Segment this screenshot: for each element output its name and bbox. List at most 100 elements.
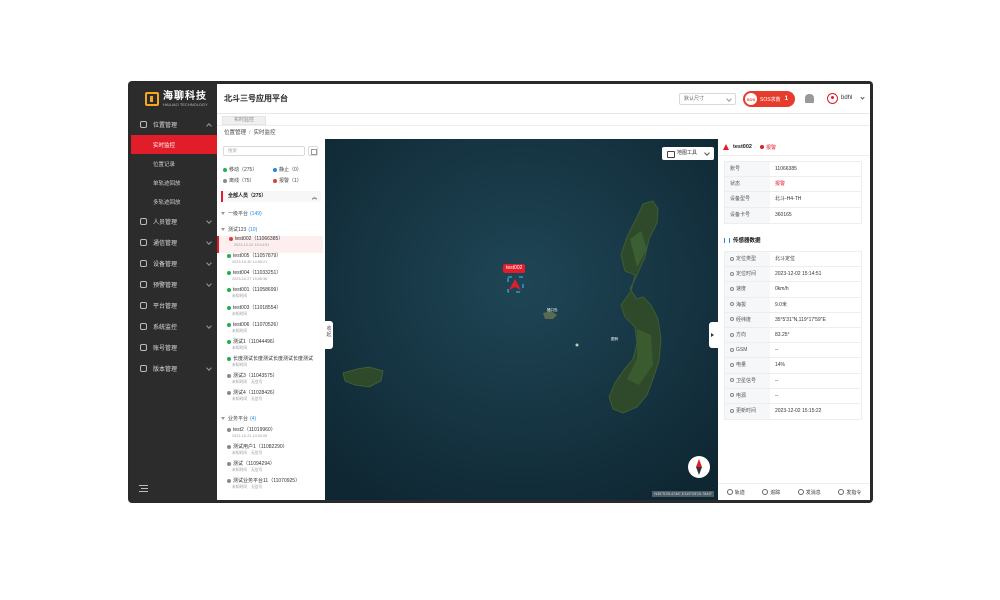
all-personnel-row[interactable]: 全部人员（275） ︽: [221, 191, 321, 202]
sos-button[interactable]: SOS SOS求救 1: [743, 91, 795, 107]
collapse-panel-toggle[interactable]: 收起: [325, 321, 333, 349]
status-dot-icon: [227, 461, 231, 466]
menu-personnel[interactable]: 人员管理: [131, 211, 217, 232]
send-command-button[interactable]: 发指令: [838, 489, 861, 496]
device-item[interactable]: test004（11033251） 2023-10-27 15:55:36: [227, 270, 323, 287]
sensor-table: 定位类型 北斗定位 定位时间 2023-12-02 15:14:51 速度 0km/h…: [724, 251, 862, 421]
track-button[interactable]: 轨迹: [726, 489, 745, 496]
table-row: 速度 0km/h: [725, 282, 861, 298]
detail-device-name: test002: [733, 144, 752, 150]
menu-system-monitor[interactable]: 系统监控: [131, 316, 217, 337]
expand-detail-toggle[interactable]: [709, 322, 718, 348]
gsm-icon: [730, 347, 734, 352]
chevron-down-icon: [206, 365, 212, 371]
table-row: 定位时间 2023-12-02 15:14:51: [725, 267, 861, 283]
status-dot-icon: [227, 270, 231, 275]
alarm-dot-icon: [273, 178, 277, 183]
collapse-up-icon[interactable]: ︽: [312, 193, 317, 204]
chevron-down-icon: [206, 323, 212, 329]
menu-platform[interactable]: 平台管理: [131, 295, 217, 316]
status-dot-icon: [229, 236, 233, 241]
menu-account[interactable]: 账号管理: [131, 337, 217, 358]
device-item[interactable]: test003（11018554） 未知时间: [227, 305, 323, 322]
status-badge: 报警: [759, 144, 776, 151]
legend-static[interactable]: 静止（0）: [273, 166, 302, 173]
map-view[interactable]: 地图工具 收起 test002 猪口岛 图例 N35°5'25.4746",E1…: [325, 139, 718, 500]
status-dot-icon: [227, 356, 231, 361]
message-icon: [797, 489, 804, 495]
chevron-down-icon[interactable]: [860, 95, 865, 100]
track-icon: [726, 489, 733, 495]
static-dot-icon: [273, 167, 277, 172]
device-item[interactable]: test005（11057879） 2023-10-30 14:55:21: [227, 253, 323, 270]
table-row: 海拔 9.0米: [725, 297, 861, 313]
chevron-up-icon: [206, 123, 212, 129]
version-icon: [140, 365, 147, 372]
group-business[interactable]: 业务平台 (4): [221, 415, 256, 422]
menu-device[interactable]: 设备管理: [131, 253, 217, 274]
battery-icon: [730, 362, 734, 367]
send-message-button[interactable]: 发消息: [797, 489, 821, 496]
platform-icon: [140, 302, 147, 309]
breadcrumb: 位置管理 / 实时监控: [217, 125, 870, 139]
device-item[interactable]: 测试3（11043575） 未知时间 无信号: [227, 373, 323, 390]
table-row: 方向 83.25°: [725, 327, 861, 344]
device-item[interactable]: test006（11070526） 未知时间: [227, 322, 323, 339]
device-item[interactable]: test001（11058699） 未知时间: [227, 287, 323, 304]
submenu-multi-track-replay[interactable]: 多轨迹回放: [131, 192, 217, 211]
alert-icon: [140, 281, 147, 288]
legend-alarm[interactable]: 报警（1）: [273, 177, 302, 184]
chevron-down-icon: [206, 218, 212, 224]
submenu-location-record[interactable]: 位置记录: [131, 154, 217, 173]
compass-icon[interactable]: [688, 456, 710, 478]
submenu-single-track-replay[interactable]: 单轨迹回放: [131, 173, 217, 192]
caret-icon: [221, 212, 225, 216]
menu-version[interactable]: 版本管理: [131, 358, 217, 379]
size-select[interactable]: 默认尺寸: [679, 93, 736, 105]
power-icon: [730, 393, 734, 398]
map-tools-dropdown[interactable]: 地图工具: [662, 147, 714, 160]
device-arrow-icon: [723, 144, 729, 150]
collapse-menu-icon[interactable]: [139, 485, 148, 492]
breadcrumb-item[interactable]: 位置管理: [224, 130, 246, 136]
device-item[interactable]: test2（11019960） 2021-10-21 14:02:05: [227, 427, 323, 444]
detail-header: test002 报警: [718, 139, 870, 156]
logo-text: 海聊科技: [163, 91, 207, 102]
avatar[interactable]: [827, 93, 838, 104]
marker-label[interactable]: test002: [503, 264, 526, 273]
tab-realtime-monitor[interactable]: 实时监控: [222, 116, 266, 125]
menu-alert[interactable]: 预警管理: [131, 274, 217, 295]
table-row: 电量 14%: [725, 358, 861, 374]
account-icon: [140, 344, 147, 351]
device-item[interactable]: 测试1（11044496） 未知时间: [227, 339, 323, 356]
group-test123[interactable]: 测试123 (10): [221, 226, 257, 233]
legend-moving[interactable]: 移动（275）: [223, 166, 257, 173]
submenu-realtime-monitor[interactable]: 实时监控: [131, 135, 217, 154]
command-icon: [838, 489, 845, 495]
menu-location[interactable]: 位置管理: [131, 114, 217, 135]
update-time-icon: [730, 408, 734, 413]
table-row: 电源 --: [725, 388, 861, 404]
device-item[interactable]: 测试（11094294） 未知时间 无信号: [227, 461, 323, 478]
device-item[interactable]: 测试4（11028426） 未知时间 无信号: [227, 390, 323, 407]
menu-communication[interactable]: 通信管理: [131, 232, 217, 253]
bell-icon[interactable]: [805, 94, 814, 103]
moving-dot-icon: [223, 167, 227, 172]
device-item[interactable]: test002（11066385） 2023-12-02 15:14:51: [217, 236, 323, 253]
legend-offline[interactable]: 离线（75）: [223, 177, 255, 184]
device-item[interactable]: 测试用户1（11082290） 未知时间 无信号: [227, 444, 323, 461]
sidebar: 海聊科技 HAILIAO TECHNOLOGY 位置管理 实时监控 位置记录 单…: [131, 84, 217, 500]
device-item[interactable]: 测试业务平台11（11070925） 未知时间 无信号: [227, 478, 323, 495]
filter-icon[interactable]: [308, 146, 318, 156]
search-input[interactable]: 搜索: [223, 146, 305, 156]
status-dot-icon: [227, 287, 231, 292]
place-label: 猪口岛: [547, 308, 558, 312]
table-row: 定位类型 北斗定位: [725, 252, 861, 268]
table-row: 经纬度 35°5'31"N,119°17'59"E: [725, 312, 861, 328]
username[interactable]: bdhl: [841, 95, 852, 101]
device-item[interactable]: 长度测试长度测试长度测试长度测试 未知时间: [227, 356, 323, 373]
group-level1[interactable]: 一级平台 (149): [221, 210, 262, 217]
sensor-section-title: 传感器数据: [724, 236, 761, 244]
follow-button[interactable]: 追踪: [762, 489, 780, 496]
status-dot-icon: [227, 478, 231, 483]
